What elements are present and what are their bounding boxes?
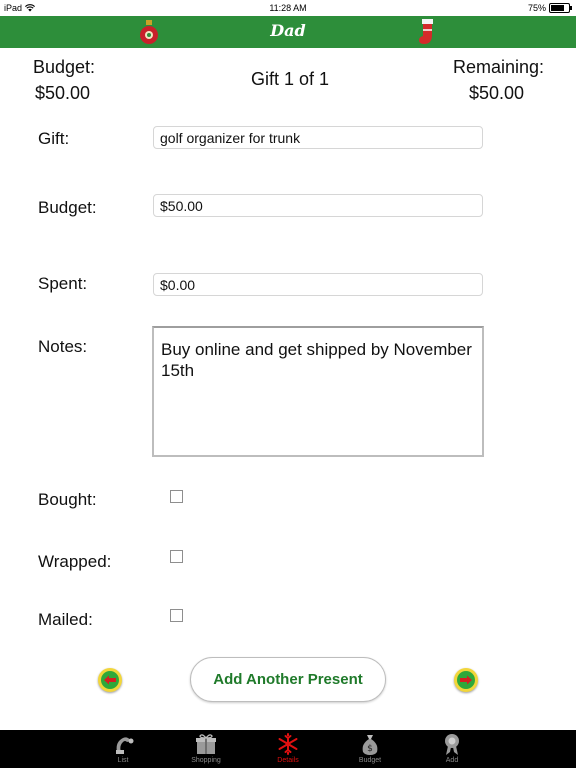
spent-input[interactable]: $0.00 — [153, 273, 483, 296]
budget-label: Budget: — [38, 198, 97, 217]
summary-remaining-value: $50.00 — [469, 83, 525, 103]
ribbon-icon — [445, 734, 459, 755]
tab-shopping-label: Shopping — [191, 757, 221, 764]
battery-percent: 75% — [527, 3, 546, 13]
bought-checkbox[interactable] — [170, 490, 183, 503]
tab-add[interactable]: Add — [422, 730, 482, 768]
nav-bar: Dad — [0, 16, 576, 48]
notes-label: Notes: — [38, 337, 88, 356]
gift-counter: Gift 1 of 1 — [251, 69, 330, 89]
summary-budget-value: $50.00 — [35, 83, 91, 103]
stocking-icon — [419, 19, 433, 44]
tab-bar: List Shopping Details $ Budget Add — [0, 730, 576, 768]
tab-budget-label: Budget — [358, 757, 382, 764]
clock: 11:28 AM — [269, 3, 307, 13]
budget-input[interactable]: $50.00 — [153, 194, 483, 217]
tab-budget[interactable]: $ Budget — [340, 730, 400, 768]
right-arrow-icon — [457, 671, 475, 689]
gift-box-icon — [196, 734, 216, 754]
tab-list-label: List — [117, 757, 129, 764]
wrapped-checkbox[interactable] — [170, 550, 183, 563]
tab-list[interactable]: List — [93, 730, 153, 768]
wrapped-label: Wrapped: — [38, 552, 112, 571]
left-arrow-icon — [101, 671, 119, 689]
gift-input[interactable]: golf organizer for trunk — [153, 126, 483, 149]
snowflake-icon — [278, 733, 298, 755]
summary-remaining-label: Remaining: — [453, 57, 545, 77]
status-bar: iPad 11:28 AM 75% — [0, 0, 576, 16]
money-bag-icon: $ — [362, 735, 378, 755]
summary-budget-label: Budget: — [33, 57, 96, 77]
battery-icon — [549, 3, 572, 13]
next-gift-button[interactable] — [454, 668, 478, 692]
spent-label: Spent: — [38, 274, 88, 293]
previous-gift-button[interactable] — [98, 668, 122, 692]
mailed-label: Mailed: — [38, 610, 93, 629]
battery-status: 75% — [527, 3, 572, 13]
notes-textarea[interactable]: Buy online and get shipped by November 1… — [152, 326, 484, 457]
tab-details[interactable]: Details — [258, 730, 318, 768]
svg-text:$: $ — [367, 744, 373, 754]
tab-add-label: Add — [445, 757, 459, 764]
mailed-checkbox[interactable] — [170, 609, 183, 622]
add-another-present-button[interactable]: Add Another Present — [190, 657, 386, 702]
bought-label: Bought: — [38, 490, 97, 509]
gift-label: Gift: — [38, 129, 70, 148]
santa-icon — [116, 737, 134, 754]
tab-shopping[interactable]: Shopping — [176, 730, 236, 768]
page-title: Dad — [270, 21, 306, 40]
tab-details-label: Details — [277, 757, 299, 764]
